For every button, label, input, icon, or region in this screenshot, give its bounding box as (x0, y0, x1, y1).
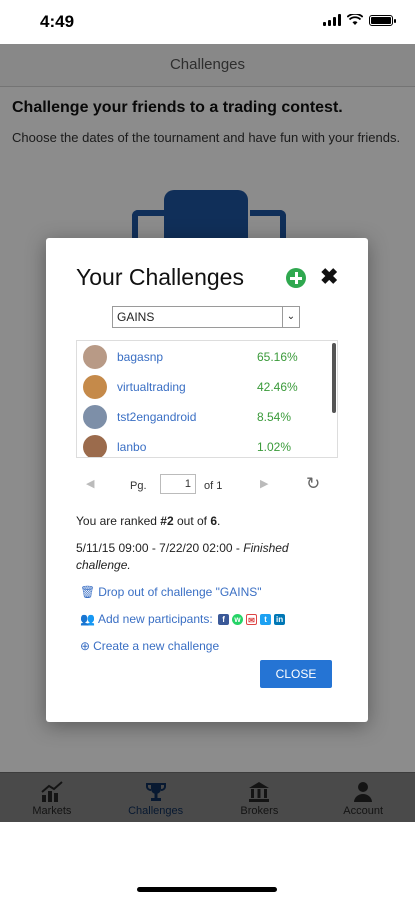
challenges-modal: Your Challenges ✖ GAINS ⌄ bagasnp 65.16%… (46, 238, 368, 722)
participant-gain: 65.16% (257, 350, 298, 364)
refresh-icon[interactable]: ↻ (306, 474, 320, 494)
linkedin-icon[interactable]: in (274, 614, 286, 626)
selected-challenge: GAINS (117, 310, 155, 324)
rank-suffix: . (217, 514, 221, 528)
status-icons (323, 14, 396, 26)
participant-gain: 1.02% (257, 440, 292, 454)
email-icon[interactable]: ✉ (246, 614, 258, 626)
drop-out-label: Drop out of challenge "GAINS" (98, 585, 262, 599)
avatar (83, 345, 107, 369)
close-icon[interactable]: ✖ (320, 264, 338, 290)
page-label: Pg. (130, 480, 147, 492)
participant-name[interactable]: lanbo (117, 440, 146, 454)
create-challenge-link[interactable]: ⊕ Create a new challenge (80, 639, 219, 653)
modal-title: Your Challenges (76, 264, 244, 290)
participant-name[interactable]: bagasnp (117, 350, 163, 364)
status-bar: 4:49 (0, 0, 415, 44)
participant-gain: 42.46% (257, 380, 298, 394)
wifi-icon (347, 14, 363, 25)
home-indicator[interactable] (137, 887, 277, 892)
avatar (83, 375, 107, 399)
chevron-down-icon[interactable]: ⌄ (282, 307, 299, 327)
add-participants-label: Add new participants: (97, 612, 213, 626)
page-count: of 1 (204, 480, 223, 492)
participant-gain: 8.54% (257, 410, 292, 424)
trash-icon: 🗑 (80, 585, 96, 599)
close-button[interactable]: CLOSE (260, 660, 332, 688)
avatar (83, 405, 107, 429)
facebook-icon[interactable]: f (218, 614, 230, 626)
drop-out-link[interactable]: 🗑 Drop out of challenge "GAINS" (80, 585, 262, 599)
share-icons: f w ✉ t in (218, 614, 286, 626)
challenge-select[interactable]: GAINS ⌄ (112, 306, 300, 328)
whatsapp-icon[interactable]: w (232, 614, 244, 626)
rank-value: #2 (160, 514, 174, 528)
add-user-icon: 👥 (80, 612, 95, 626)
challenge-dates: 5/11/15 09:00 - 7/22/20 02:00 - Finished… (76, 540, 338, 574)
date-range: 5/11/15 09:00 - 7/22/20 02:00 - (76, 541, 244, 555)
participant-name[interactable]: tst2engandroid (117, 410, 196, 424)
list-item[interactable]: bagasnp 65.16% (81, 343, 331, 373)
participant-name[interactable]: virtualtrading (117, 380, 186, 394)
list-item[interactable]: lanbo 1.02% (81, 433, 331, 457)
status-time: 4:49 (40, 12, 75, 31)
prev-page-icon[interactable]: ◀ (86, 477, 94, 490)
rank-text: You are ranked #2 out of 6. (76, 514, 220, 528)
signal-icon (323, 14, 341, 26)
battery-icon (369, 14, 396, 26)
create-challenge-label: Create a new challenge (93, 639, 220, 653)
list-item[interactable]: virtualtrading 42.46% (81, 373, 331, 403)
rank-middle: out of (173, 514, 211, 528)
participants-list[interactable]: bagasnp 65.16% virtualtrading 42.46% tst… (76, 340, 338, 458)
add-challenge-icon[interactable] (286, 268, 306, 288)
list-item[interactable]: tst2engandroid 8.54% (81, 403, 331, 433)
list-scrollbar[interactable] (332, 343, 336, 413)
page-input[interactable]: 1 (160, 474, 196, 494)
rank-prefix: You are ranked (76, 514, 161, 528)
add-participants-row: 👥 Add new participants: f w ✉ t in (80, 612, 286, 626)
next-page-icon[interactable]: ▶ (260, 477, 268, 490)
tab-bar-dim (0, 772, 415, 822)
pagination: ◀ Pg. 1 of 1 ▶ ↻ (76, 474, 338, 498)
avatar (83, 435, 107, 457)
twitter-icon[interactable]: t (260, 614, 272, 626)
plus-circle-icon: ⊕ (80, 639, 91, 653)
